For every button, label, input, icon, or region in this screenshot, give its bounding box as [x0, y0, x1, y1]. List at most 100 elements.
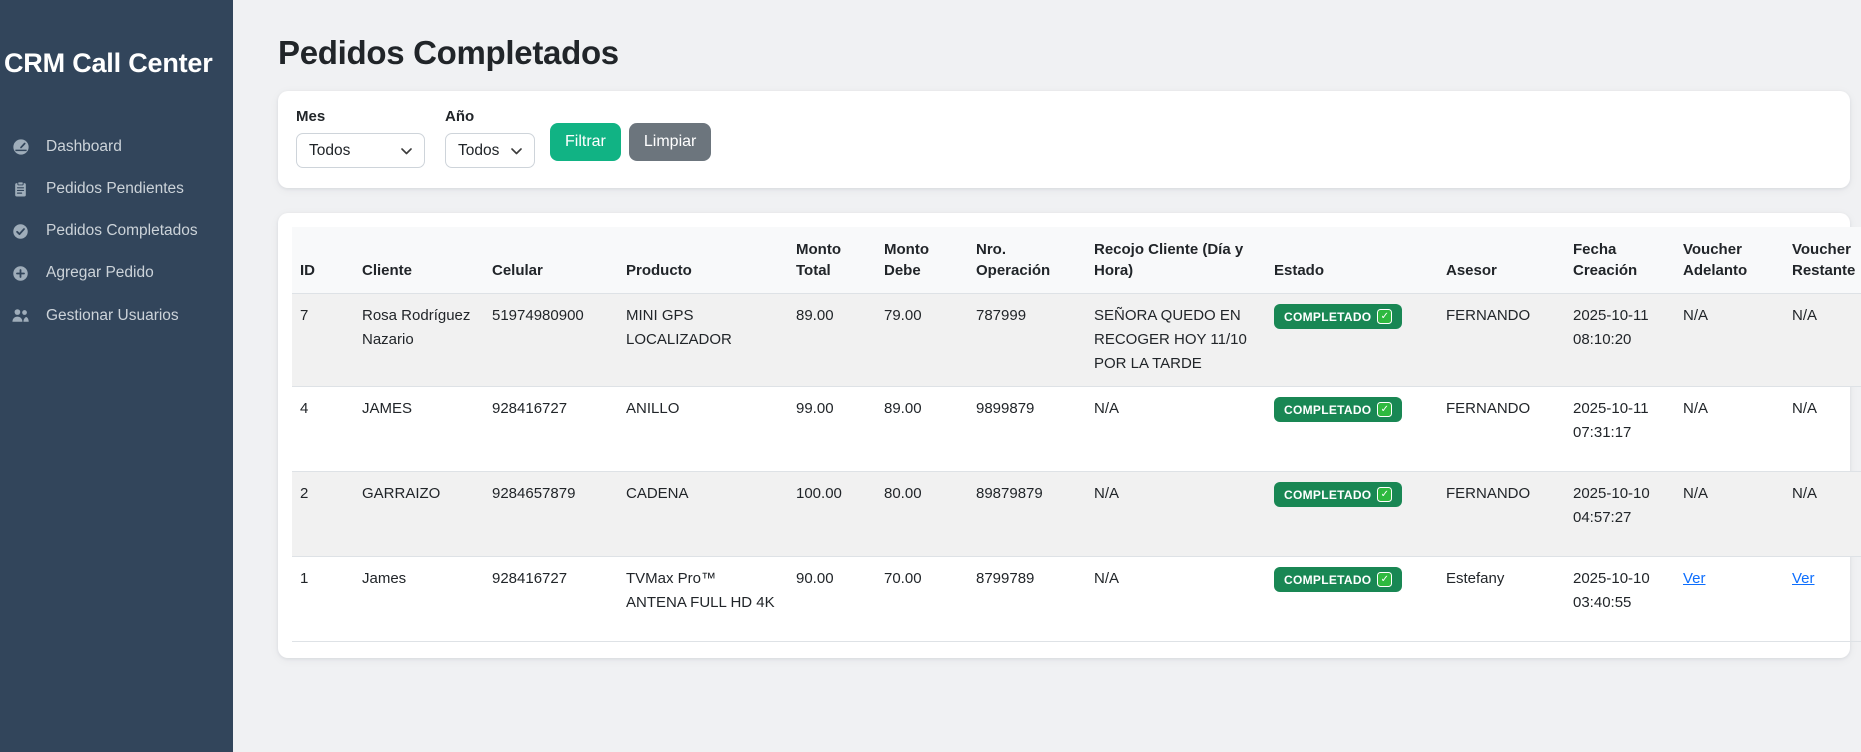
- cell-monto-total: 90.00: [788, 557, 876, 642]
- sidebar-item-label: Dashboard: [46, 138, 122, 156]
- cell-voucher-restante: N/A: [1784, 387, 1861, 472]
- sidebar-item-dashboard[interactable]: Dashboard: [0, 126, 233, 168]
- cell-fecha: 2025-10-11 07:31:17: [1565, 387, 1675, 472]
- cell-estado: COMPLETADO ✓: [1266, 387, 1438, 472]
- filters-card: Mes Todos Año Todos Filtrar: [278, 91, 1850, 188]
- cell-id: 2: [292, 472, 354, 557]
- ver-voucher-link[interactable]: Ver: [1683, 570, 1706, 587]
- cell-nro-operacion: 89879879: [968, 472, 1086, 557]
- cell-voucher-restante: N/A: [1784, 294, 1861, 387]
- orders-table: IDClienteCelularProductoMonto TotalMonto…: [292, 227, 1861, 642]
- cell-recojo: SEÑORA QUEDO EN RECOGER HOY 11/10 POR LA…: [1086, 294, 1266, 387]
- cell-cliente: JAMES: [354, 387, 484, 472]
- cell-asesor: Estefany: [1438, 557, 1565, 642]
- cell-celular: 51974980900: [484, 294, 618, 387]
- estado-label: COMPLETADO: [1284, 305, 1371, 329]
- cell-producto: CADENA: [618, 472, 788, 557]
- app-title: CRM Call Center: [4, 46, 229, 80]
- cell-voucher-adelanto: N/A: [1675, 387, 1784, 472]
- check-emoji-icon: ✓: [1377, 309, 1392, 324]
- column-header: Estado: [1266, 227, 1438, 294]
- mes-label: Mes: [296, 108, 425, 125]
- cell-nro-operacion: 787999: [968, 294, 1086, 387]
- check-emoji-icon: ✓: [1377, 402, 1392, 417]
- cell-monto-total: 99.00: [788, 387, 876, 472]
- table-row: 4JAMES928416727ANILLO99.0089.009899879N/…: [292, 387, 1861, 472]
- cell-monto-debe: 79.00: [876, 294, 968, 387]
- estado-label: COMPLETADO: [1284, 483, 1371, 507]
- sidebar-item-label: Gestionar Usuarios: [46, 307, 179, 325]
- cell-producto: TVMax Pro™ ANTENA FULL HD 4K: [618, 557, 788, 642]
- cell-recojo: N/A: [1086, 387, 1266, 472]
- sidebar-item-pedidos-pendientes[interactable]: Pedidos Pendientes: [0, 168, 233, 210]
- cell-monto-debe: 70.00: [876, 557, 968, 642]
- cell-cliente: GARRAIZO: [354, 472, 484, 557]
- sidebar-nav: Dashboard Pedidos Pendientes: [0, 126, 233, 337]
- column-header: Celular: [484, 227, 618, 294]
- mes-select-value: Todos: [309, 142, 350, 160]
- cell-id: 7: [292, 294, 354, 387]
- table-row: 1James928416727TVMax Pro™ ANTENA FULL HD…: [292, 557, 1861, 642]
- cell-voucher-adelanto: N/A: [1675, 294, 1784, 387]
- orders-table-card: IDClienteCelularProductoMonto TotalMonto…: [278, 213, 1850, 658]
- cell-id: 4: [292, 387, 354, 472]
- cell-monto-debe: 89.00: [876, 387, 968, 472]
- column-header: Fecha Creación: [1565, 227, 1675, 294]
- column-header: ID: [292, 227, 354, 294]
- app-window: CRM Call Center Dashboard: [0, 0, 1861, 752]
- cell-recojo: N/A: [1086, 472, 1266, 557]
- cell-monto-total: 100.00: [788, 472, 876, 557]
- sidebar-item-agregar-pedido[interactable]: Agregar Pedido: [0, 252, 233, 294]
- cell-voucher-restante: N/A: [1784, 472, 1861, 557]
- ano-filter-group: Año Todos: [445, 108, 535, 168]
- table-body: 7Rosa Rodríguez Nazario51974980900MINI G…: [292, 294, 1861, 642]
- sidebar-item-gestionar-usuarios[interactable]: Gestionar Usuarios: [0, 294, 233, 337]
- cell-asesor: FERNANDO: [1438, 294, 1565, 387]
- users-icon: [10, 306, 31, 325]
- cell-celular: 928416727: [484, 557, 618, 642]
- mes-select[interactable]: Todos: [296, 133, 425, 168]
- cell-fecha: 2025-10-11 08:10:20: [1565, 294, 1675, 387]
- cell-voucher-adelanto: Ver: [1675, 557, 1784, 642]
- check-circle-icon: [10, 223, 31, 240]
- estado-label: COMPLETADO: [1284, 568, 1371, 592]
- cell-id: 1: [292, 557, 354, 642]
- column-header: Asesor: [1438, 227, 1565, 294]
- estado-label: COMPLETADO: [1284, 398, 1371, 422]
- header-row: IDClienteCelularProductoMonto TotalMonto…: [292, 227, 1861, 294]
- ano-label: Año: [445, 108, 535, 125]
- estado-badge: COMPLETADO✓: [1274, 567, 1402, 592]
- cell-asesor: FERNANDO: [1438, 472, 1565, 557]
- table-row: 2GARRAIZO9284657879CADENA100.0080.008987…: [292, 472, 1861, 557]
- ver-voucher-link[interactable]: Ver: [1792, 570, 1815, 587]
- column-header: Nro. Operación: [968, 227, 1086, 294]
- cell-fecha: 2025-10-10 03:40:55: [1565, 557, 1675, 642]
- column-header: Cliente: [354, 227, 484, 294]
- ano-select-value: Todos: [458, 142, 499, 160]
- cell-estado: COMPLETADO✓: [1266, 557, 1438, 642]
- sidebar-item-label: Pedidos Completados: [46, 222, 198, 240]
- column-header: Monto Debe: [876, 227, 968, 294]
- estado-badge: COMPLETADO ✓: [1274, 397, 1402, 422]
- column-header: Voucher Adelanto: [1675, 227, 1784, 294]
- cell-cliente: James: [354, 557, 484, 642]
- limpiar-button[interactable]: Limpiar: [629, 123, 711, 161]
- speedometer-icon: [10, 138, 31, 156]
- column-header: Producto: [618, 227, 788, 294]
- estado-badge: COMPLETADO ✓: [1274, 304, 1402, 329]
- sidebar: CRM Call Center Dashboard: [0, 0, 233, 752]
- table-row: 7Rosa Rodríguez Nazario51974980900MINI G…: [292, 294, 1861, 387]
- sidebar-item-pedidos-completados[interactable]: Pedidos Completados: [0, 210, 233, 252]
- cell-voucher-restante: Ver: [1784, 557, 1861, 642]
- ano-select[interactable]: Todos: [445, 133, 535, 168]
- column-header: Monto Total: [788, 227, 876, 294]
- cell-cliente: Rosa Rodríguez Nazario: [354, 294, 484, 387]
- cell-producto: ANILLO: [618, 387, 788, 472]
- chevron-down-icon: [511, 142, 522, 160]
- filtrar-button[interactable]: Filtrar: [550, 123, 621, 161]
- column-header: Voucher Restante: [1784, 227, 1861, 294]
- cell-estado: COMPLETADO✓: [1266, 472, 1438, 557]
- cell-voucher-adelanto: N/A: [1675, 472, 1784, 557]
- cell-producto: MINI GPS LOCALIZADOR: [618, 294, 788, 387]
- cell-celular: 928416727: [484, 387, 618, 472]
